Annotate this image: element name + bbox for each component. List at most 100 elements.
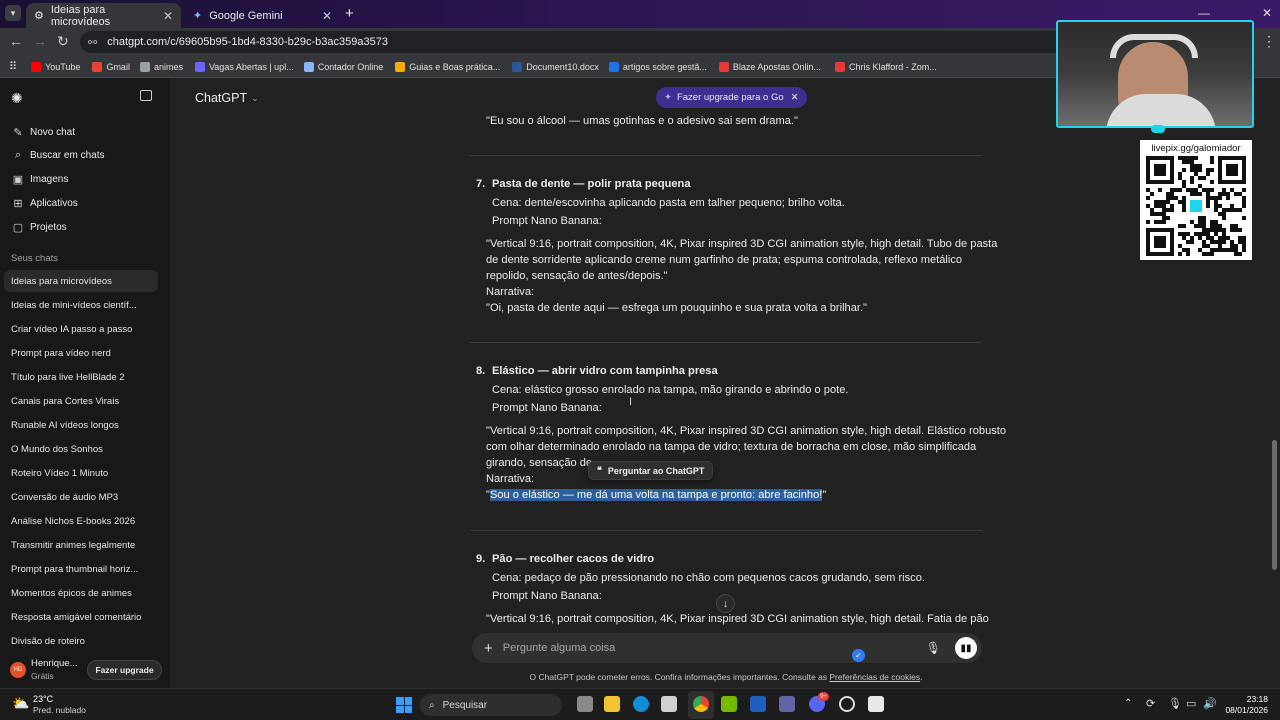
chat-history-item[interactable]: Conversão de áudio MP3 — [4, 486, 158, 508]
scroll-down-button[interactable]: ↓ — [716, 594, 735, 613]
close-tab-icon[interactable]: ✕ — [163, 9, 173, 23]
chat-history-item[interactable]: Prompt para thumbnail horiz... — [4, 558, 158, 580]
sidebar-nav-edit[interactable]: ✎ Novo chat — [0, 121, 158, 143]
bookmark-item[interactable]: Gmail — [92, 61, 130, 72]
chevron-up-icon[interactable]: ⌃ — [1124, 698, 1132, 709]
ask-chatgpt-button[interactable]: ❝ Perguntar ao ChatGPT — [588, 461, 714, 480]
chat-history-item[interactable]: Canais para Cortes Virais — [4, 390, 158, 412]
model-selector[interactable]: ChatGPT ⌄ — [195, 91, 259, 105]
sparkle-icon: ✦ — [664, 92, 672, 103]
sidebar-nav-image[interactable]: ▣ Imagens — [0, 169, 158, 191]
tab-title: Google Gemini — [209, 9, 283, 22]
weather-icon[interactable]: ⛅ — [12, 695, 29, 712]
user-profile[interactable]: HD Henrique... Grátis Fazer upgrade — [0, 651, 170, 688]
capcut-icon[interactable] — [868, 696, 884, 712]
chat-history-item[interactable]: Ideias de mini-vídeos científ... — [4, 294, 158, 316]
browser-tab-active[interactable]: ⚙ Ideias para microvídeos ✕ — [26, 3, 181, 28]
item-title: Elástico — abrir vidro com tampinha pres… — [492, 365, 718, 377]
bookmark-label: Gmail — [106, 61, 130, 72]
bookmark-favicon-icon — [395, 61, 406, 72]
tab-search-button[interactable]: ▾ — [5, 5, 21, 21]
close-icon[interactable]: ✕ — [791, 92, 799, 103]
apps-grid-icon[interactable]: ⠿ — [9, 60, 17, 73]
avatar: HD — [10, 661, 26, 678]
toggle-sidebar-icon[interactable] — [140, 90, 152, 101]
volume-icon[interactable]: 🔊 — [1203, 697, 1217, 710]
chevron-down-icon: ⌄ — [251, 92, 259, 103]
chatgpt-app-icon[interactable] — [839, 696, 855, 712]
back-icon[interactable]: ← — [9, 33, 23, 49]
forward-icon[interactable]: → — [33, 33, 47, 49]
chrome-icon[interactable] — [693, 696, 709, 712]
sidebar-nav-label: Projetos — [30, 221, 67, 233]
clock[interactable]: 23:18 08/01/2026 — [1224, 694, 1268, 716]
disclaimer: O ChatGPT pode cometer erros. Confira in… — [529, 672, 923, 682]
nvidia-icon[interactable] — [721, 696, 737, 712]
outlook-icon[interactable] — [750, 696, 766, 712]
voice-mode-button[interactable]: ▮▮ — [955, 637, 977, 659]
weather-desc: Pred. nublado — [33, 705, 86, 715]
scrollbar-thumb[interactable] — [1272, 440, 1277, 570]
minimize-icon[interactable]: — — [1198, 6, 1210, 20]
bookmark-item[interactable]: Guias e Boas prática... — [395, 61, 500, 72]
chat-history-item[interactable]: Ideias para microvídeos — [4, 270, 158, 292]
file-explorer-icon[interactable] — [604, 696, 620, 712]
chat-history-item[interactable]: Transmitir animes legalmente — [4, 534, 158, 556]
qr-panel: livepix.gg/galomiador — [1140, 140, 1252, 260]
mic-tray-icon[interactable]: 🎙 — [1168, 697, 1182, 710]
selected-text[interactable]: Sou o elástico — me dá uma volta na tamp… — [489, 489, 823, 501]
bookmark-item[interactable]: Vagas Abertas | upl... — [194, 61, 294, 72]
chat-history-item[interactable]: Runable AI vídeos longos — [4, 414, 158, 436]
windows-start-icon[interactable] — [396, 697, 412, 713]
close-window-icon[interactable]: ✕ — [1262, 6, 1272, 20]
new-tab-icon[interactable]: + — [345, 5, 354, 22]
item-scene: Cena: pedaço de pão pressionando no chão… — [492, 572, 925, 584]
browser-menu-icon[interactable]: ⋮ — [1262, 33, 1276, 50]
composer[interactable]: + Pergunte alguma coisa ✓ 🎙 ▮▮ — [472, 633, 982, 663]
chat-history-item[interactable]: Divisão de roteiro — [4, 630, 158, 652]
plus-icon[interactable]: + — [484, 640, 493, 657]
bookmark-item[interactable]: Document10.docx — [512, 61, 599, 72]
prompt-line: repolido, sensação de antes/depois." — [486, 270, 668, 282]
chatgpt-logo-icon[interactable]: ✺ — [11, 90, 23, 107]
weather-widget[interactable]: 23°C Pred. nublado — [33, 694, 86, 716]
bookmark-item[interactable]: Chris Klafford - Zom... — [834, 61, 937, 72]
microphone-icon[interactable]: 🎙 — [926, 641, 941, 655]
teams-icon[interactable] — [779, 696, 795, 712]
close-tab-icon[interactable]: ✕ — [322, 9, 332, 23]
chat-history-item[interactable]: Momentos épicos de animes — [4, 582, 158, 604]
chat-history-item[interactable]: O Mundo dos Sonhos — [4, 438, 158, 460]
bookmark-item[interactable]: Contador Online — [303, 61, 383, 72]
bookmark-favicon-icon — [608, 61, 619, 72]
upgrade-button[interactable]: Fazer upgrade — [87, 659, 162, 680]
cam-accent — [1151, 125, 1165, 133]
task-view-icon[interactable] — [577, 696, 593, 712]
chat-history-item[interactable]: Análise Nichos E-books 2026 — [4, 510, 158, 532]
sidebar-nav-folder[interactable]: ▢ Projetos — [0, 216, 158, 238]
upgrade-pill[interactable]: ✦ Fazer upgrade para o Go ✕ — [656, 87, 807, 108]
qr-url: livepix.gg/galomiador — [1151, 143, 1241, 154]
sidebar-nav-search[interactable]: ⌕ Buscar em chats — [0, 145, 158, 167]
sidebar-nav-apps[interactable]: ⊞ Aplicativos — [0, 192, 158, 214]
chat-history-item[interactable]: Resposta amigável comentário — [4, 606, 158, 628]
network-icon[interactable]: ▭ — [1186, 697, 1196, 710]
headset-icon — [1110, 34, 1198, 58]
chat-history-item[interactable]: Criar vídeo IA passo a passo — [4, 318, 158, 340]
taskbar-search[interactable]: ⌕ Pesquisar — [420, 694, 562, 716]
chat-history-item[interactable]: Título para live HellBlade 2 — [4, 366, 158, 388]
bookmark-item[interactable]: artigos sobre gestã... — [608, 61, 707, 72]
site-info-icon[interactable]: ⚯ — [88, 36, 97, 49]
store-icon[interactable] — [661, 696, 677, 712]
scrollbar-track[interactable] — [1270, 78, 1280, 688]
reload-icon[interactable]: ↻ — [57, 33, 69, 50]
bookmark-item[interactable]: animes — [139, 61, 183, 72]
cookie-preferences-link[interactable]: Preferências de cookies — [829, 672, 920, 682]
prompt-line: girando, sensação de — [486, 457, 593, 469]
chat-history-item[interactable]: Prompt para vídeo nerd — [4, 342, 158, 364]
edge-icon[interactable] — [633, 696, 649, 712]
sync-icon[interactable]: ⟳ — [1146, 697, 1155, 710]
bookmark-item[interactable]: Blaze Apostas Onlin... — [718, 61, 821, 72]
chat-history-item[interactable]: Roteiro Vídeo 1 Minuto — [4, 462, 158, 484]
browser-tab[interactable]: ✦ Google Gemini ✕ — [185, 3, 340, 28]
bookmark-item[interactable]: YouTube — [31, 61, 80, 72]
